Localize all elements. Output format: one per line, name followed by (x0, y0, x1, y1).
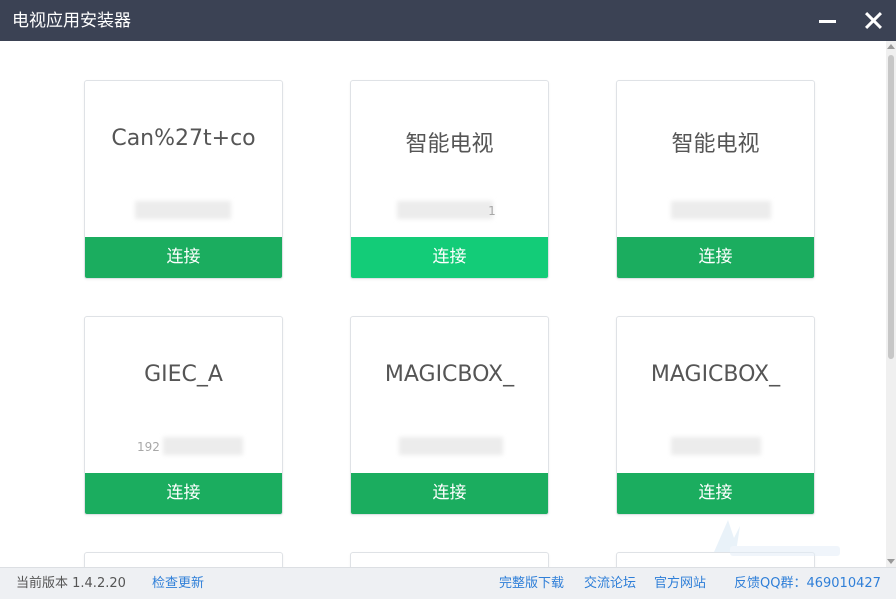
window-title: 电视应用安装器 (12, 11, 131, 31)
minimize-icon[interactable] (812, 6, 842, 34)
device-card: 智能电视 连接 (616, 80, 815, 279)
forum-link[interactable]: 交流论坛 (584, 568, 636, 599)
scroll-down-icon[interactable] (887, 559, 895, 564)
device-name: 智能电视 (671, 132, 760, 157)
scrollbar-thumb[interactable] (888, 55, 894, 359)
device-name: 智能电视 (405, 132, 494, 157)
device-card-partial (350, 552, 549, 567)
device-card: GIEC_A 192 连接 (84, 316, 283, 515)
vertical-scrollbar[interactable] (886, 41, 896, 567)
ip-redaction (671, 437, 761, 455)
watermark-icon (714, 520, 840, 556)
connect-button[interactable]: 连接 (617, 473, 814, 514)
version-label: 当前版本 1.4.2.20 (16, 576, 126, 591)
watermark-logo (706, 512, 846, 562)
device-name: MAGICBOX_ (384, 362, 515, 387)
device-list: Can%27t+co 连接 智能电视 1 连接 智能电视 连接 GIEC_A 1… (0, 41, 896, 567)
connect-button[interactable]: 连接 (85, 237, 282, 278)
device-card: Can%27t+co 连接 (84, 80, 283, 279)
device-name: MAGICBOX_ (650, 362, 781, 387)
close-icon[interactable] (860, 6, 890, 34)
ip-redaction (671, 201, 771, 219)
connect-button[interactable]: 连接 (85, 473, 282, 514)
scroll-up-icon[interactable] (887, 44, 895, 49)
device-card: 智能电视 1 连接 (350, 80, 549, 279)
connect-button[interactable]: 连接 (351, 237, 548, 278)
connect-button[interactable]: 连接 (351, 473, 548, 514)
device-ip: 1 (488, 204, 496, 218)
title-bar: 电视应用安装器 (0, 0, 896, 41)
check-update-link[interactable]: 检查更新 (152, 568, 204, 599)
ip-redaction (135, 201, 231, 219)
device-card: MAGICBOX_ 连接 (616, 316, 815, 515)
device-card: MAGICBOX_ 连接 (350, 316, 549, 515)
website-link[interactable]: 官方网站 (654, 568, 706, 599)
device-name: Can%27t+co (111, 126, 256, 151)
full-download-link[interactable]: 完整版下载 (499, 568, 564, 599)
device-name: GIEC_A (144, 362, 223, 387)
device-ip: 192 (137, 440, 160, 454)
ip-redaction (399, 437, 503, 455)
device-card-partial (84, 552, 283, 567)
feedback-qq-link[interactable]: 反馈QQ群：469010427 (734, 568, 881, 599)
connect-button[interactable]: 连接 (617, 237, 814, 278)
status-bar: 当前版本 1.4.2.20 检查更新 完整版下载 交流论坛 官方网站 反馈QQ群… (0, 567, 896, 599)
